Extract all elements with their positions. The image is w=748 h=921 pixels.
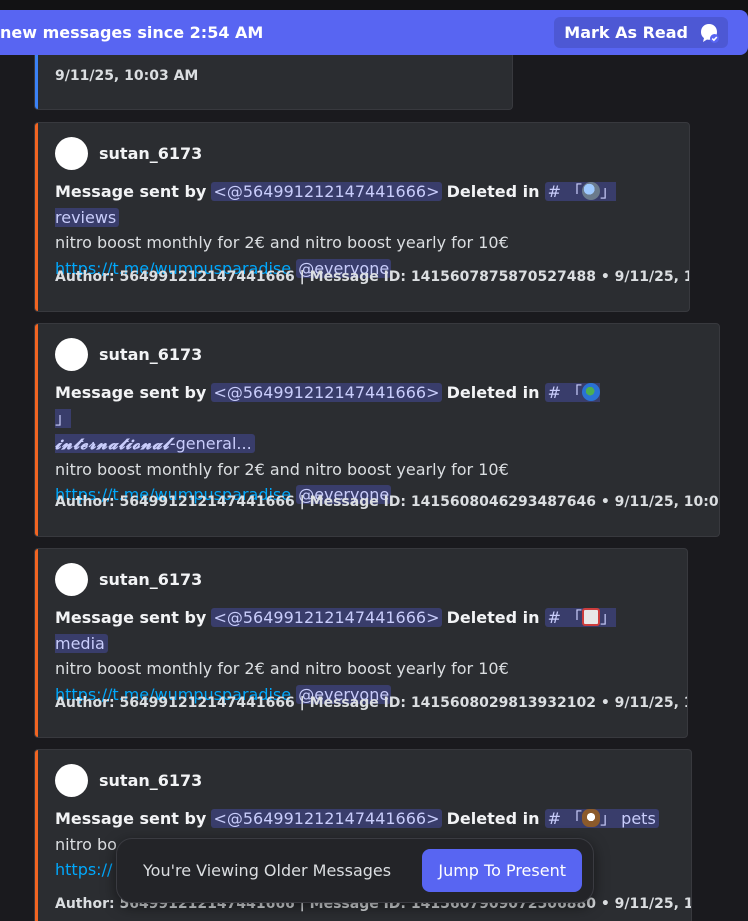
author-name[interactable]: sutan_6173 [99,771,202,790]
message-content: nitro boost monthly for 2€ and nitro boo… [55,659,509,678]
embed-footer: 9/11/25, 10:03 AM [55,68,199,84]
deleted-in-label: Deleted in [446,809,540,828]
message-embed: sutan_6173 Message sent by <@56499121214… [34,323,720,537]
older-messages-bar: You're Viewing Older Messages Jump To Pr… [116,838,594,903]
avatar[interactable] [55,563,88,596]
deleted-in-label: Deleted in [446,182,540,201]
author-name[interactable]: sutan_6173 [99,345,202,364]
channel-name: pets [621,809,656,828]
channel-mention[interactable]: # 「」 pets [544,809,659,828]
user-mention[interactable]: <@564991212147441666> [211,383,442,402]
older-messages-text: You're Viewing Older Messages [143,861,392,880]
message-content: nitro boost monthly for 2€ and nitro boo… [55,233,509,252]
channel-name: media [55,633,105,653]
channel-name: reviews [55,207,117,227]
message-content: nitro bo [55,834,117,854]
embed-description: Message sent by <@564991212147441666> De… [55,179,675,281]
sent-by-label: Message sent by [55,383,207,402]
embed-color-bar [35,324,38,536]
chat-viewport: 9/11/25, 10:03 AM new messages since 2:5… [0,0,748,921]
channel-suffix: 」 [55,408,72,428]
jump-to-present-button[interactable]: Jump To Present [422,849,582,892]
message-content: nitro boost monthly for 2€ and nitro boo… [55,459,509,479]
embed-footer: Author: 564991212147441666 | Message ID:… [55,695,688,711]
channel-suffix: 」 [600,182,617,201]
embed-footer: Author: 564991212147441666 | Message ID:… [55,494,720,510]
channel-name: -general... [169,434,252,453]
author-name[interactable]: sutan_6173 [99,570,202,589]
embed-author: sutan_6173 [55,563,202,596]
deleted-in-label: Deleted in [446,383,540,402]
message-embed: sutan_6173 Message sent by <@56499121214… [34,122,690,312]
embed-author: sutan_6173 [55,137,202,170]
user-mention[interactable]: <@564991212147441666> [211,182,442,201]
television-emoji-icon [582,608,601,626]
avatar[interactable] [55,137,88,170]
channel-fancy-name: 𝓲𝓷𝓽𝓮𝓻𝓷𝓪𝓽𝓲𝓸𝓷𝓪𝓵 [55,434,170,453]
avatar[interactable] [55,338,88,371]
author-name[interactable]: sutan_6173 [99,144,202,163]
sent-by-label: Message sent by [55,182,207,201]
mark-read-icon [698,22,720,44]
embed-color-bar [35,123,38,311]
embed-footer: Author: 564991212147441666 | Message ID:… [55,269,690,285]
channel-prefix: # 「 [547,608,583,627]
channel-prefix: # 「 [547,182,583,201]
mark-as-read-button[interactable]: Mark As Read [554,17,728,48]
embed-author: sutan_6173 [55,764,202,797]
mark-as-read-label: Mark As Read [564,23,688,42]
channel-suffix: 」 [600,809,617,828]
embed-color-bar [35,750,38,921]
embed-description: Message sent by <@564991212147441666> De… [55,605,673,707]
embed-author: sutan_6173 [55,338,202,371]
user-mention[interactable]: <@564991212147441666> [211,809,442,828]
dog-emoji-icon [582,809,601,827]
new-messages-text: new messages since 2:54 AM [0,23,264,42]
sent-by-label: Message sent by [55,809,207,828]
channel-suffix: 」 [600,608,617,627]
new-messages-bar[interactable]: new messages since 2:54 AM Mark As Read [0,10,748,55]
channel-prefix: # 「 [547,383,583,402]
globe-emoji-icon [582,383,601,401]
embed-description: Message sent by <@564991212147441666> De… [55,380,609,508]
magnifier-emoji-icon [582,182,601,200]
avatar[interactable] [55,764,88,797]
user-mention[interactable]: <@564991212147441666> [211,608,442,627]
embed-color-bar [35,549,38,737]
channel-prefix: # 「 [547,809,583,828]
deleted-in-label: Deleted in [446,608,540,627]
sent-by-label: Message sent by [55,608,207,627]
message-embed: sutan_6173 Message sent by <@56499121214… [34,548,688,738]
telegram-link[interactable]: https:// [55,860,112,879]
